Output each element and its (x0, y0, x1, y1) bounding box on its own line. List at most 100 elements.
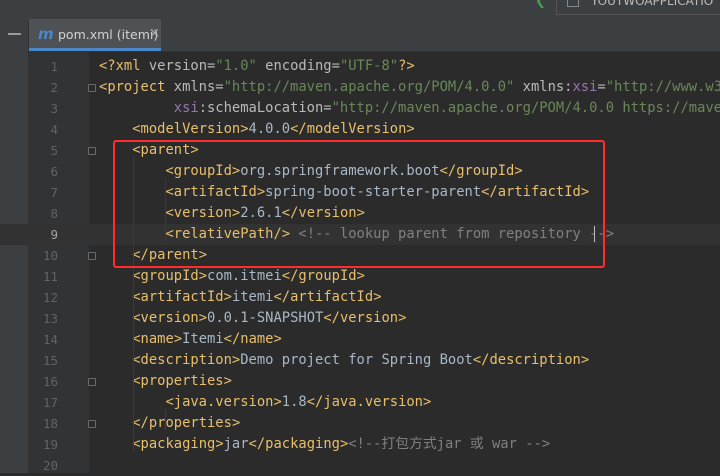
editor-tab-bar: m pom.xml (itemi) × (29, 19, 720, 52)
run-configuration-selector[interactable]: YOUTWOAPPLICATIO (556, 0, 720, 15)
line-number: 11 (42, 269, 58, 284)
code-line[interactable]: 11 <groupId>com.itmei</groupId> (0, 266, 720, 287)
code-token: java.version (323, 394, 423, 410)
code-line[interactable]: 1 <?xml version="1.0" encoding="UTF-8"?> (0, 56, 720, 77)
code-line[interactable]: 2 <project xmlns="http://maven.apache.org… (0, 77, 720, 98)
line-number: 18 (42, 416, 58, 431)
text-caret (594, 226, 595, 242)
code-token: Demo project for Spring Boot (240, 352, 473, 368)
code-token: > (198, 310, 208, 326)
code-token: <!--打包方式jar 或 war --> (348, 436, 551, 452)
code-token: </ (223, 331, 241, 347)
code-line[interactable]: 16 <properties> (0, 371, 720, 392)
code-token: xsi (173, 100, 199, 116)
code-token: > (240, 121, 249, 137)
code-token: artifactId (140, 289, 224, 305)
code-token: xml (115, 58, 149, 74)
maven-file-icon: m (38, 25, 54, 43)
code-token: itemi (231, 289, 274, 305)
code-line[interactable]: 15 <description>Demo project for Spring … (0, 350, 720, 371)
code-token: jar (223, 436, 249, 452)
code-line[interactable]: 17 <java.version>1.8</java.version> (0, 392, 720, 413)
line-number: 9 (50, 227, 58, 242)
code-text: <project xmlns="http://maven.apache.org/… (99, 77, 720, 98)
code-token: encoding= (256, 58, 340, 74)
fold-marker-icon[interactable] (88, 378, 96, 386)
code-text: xsi:schemaLocation="http://maven.apache.… (99, 98, 720, 119)
red-highlight-box (113, 140, 605, 268)
line-number: 6 (50, 164, 58, 179)
code-token: Itemi (182, 331, 224, 347)
fold-marker-icon[interactable] (88, 147, 96, 155)
code-token: name (240, 331, 274, 347)
code-token: </ (273, 289, 291, 305)
code-token: "http://maven.apache.org/POM/4.0.0 https… (331, 100, 720, 116)
code-token: < (165, 394, 174, 410)
code-token: > (273, 394, 282, 410)
code-token: </ (306, 394, 324, 410)
code-text: <groupId>com.itmei</groupId> (99, 266, 365, 287)
code-token: xmlns: (514, 79, 573, 95)
code-text: <name>Itemi</name> (99, 329, 282, 350)
fold-marker-icon[interactable] (88, 252, 96, 260)
code-text: <?xml version="1.0" encoding="UTF-8"?> (99, 56, 415, 77)
code-token: = (597, 79, 606, 95)
minimize-icon[interactable] (8, 33, 21, 35)
line-number: 5 (50, 143, 58, 158)
code-token: > (231, 352, 241, 368)
code-token: </ (132, 415, 149, 431)
code-token: 0.0.1-SNAPSHOT (207, 310, 324, 326)
code-token: > (273, 331, 282, 347)
code-token: ?> (398, 58, 415, 74)
code-token: 1.8 (281, 394, 307, 410)
code-token: packaging (140, 436, 216, 452)
line-number: 12 (42, 290, 58, 305)
code-line[interactable]: 14 <name>Itemi</name> (0, 329, 720, 350)
line-number: 4 (50, 122, 58, 137)
code-line[interactable]: 13 <version>0.0.1-SNAPSHOT</version> (0, 308, 720, 329)
code-line[interactable]: 3 xsi:schemaLocation="http://maven.apach… (0, 98, 720, 119)
line-number: 19 (42, 437, 58, 452)
code-token: :schemaLocation= (198, 100, 332, 116)
code-token: project (107, 79, 174, 95)
code-token: > (173, 331, 183, 347)
fold-marker-icon[interactable] (88, 84, 96, 92)
close-icon[interactable]: × (149, 26, 160, 41)
line-number: 16 (42, 374, 58, 389)
code-token: > (223, 373, 232, 389)
code-token: < (132, 121, 141, 137)
run-configuration-label: YOUTWOAPPLICATIO (591, 0, 714, 8)
code-token: > (356, 268, 365, 284)
code-token: name (140, 331, 174, 347)
indent-guide (165, 409, 166, 430)
code-token: </ (323, 310, 340, 326)
code-text: <artifactId>itemi</artifactId> (99, 287, 382, 308)
code-token: > (373, 289, 382, 305)
code-line[interactable]: 19 <packaging>jar</packaging><!--打包方式jar… (0, 434, 720, 455)
code-token: artifactId (290, 289, 374, 305)
code-token: properties (140, 373, 224, 389)
app-config-icon (567, 0, 579, 7)
fold-marker-icon[interactable] (88, 420, 96, 428)
code-token: packaging (265, 436, 340, 452)
code-token: <? (99, 58, 116, 74)
line-number: 3 (50, 101, 58, 116)
code-text: <packaging>jar</packaging><!--打包方式jar 或 … (99, 434, 550, 455)
code-line[interactable]: 18 </properties> (0, 413, 720, 434)
code-token: modelVersion (140, 121, 241, 137)
code-token: > (423, 394, 432, 410)
code-token: 4.0.0 (248, 121, 291, 137)
code-token: "UTF-8" (339, 58, 399, 74)
line-number: 14 (42, 332, 58, 347)
code-line[interactable]: 12 <artifactId>itemi</artifactId> (0, 287, 720, 308)
code-line[interactable]: 4 <modelVersion>4.0.0</modelVersion> (0, 119, 720, 140)
tab-pom-xml[interactable]: m pom.xml (itemi) × (29, 19, 161, 51)
code-text: <java.version>1.8</java.version> (99, 392, 431, 413)
run-arrow-icon[interactable]: ❮ (535, 0, 546, 9)
